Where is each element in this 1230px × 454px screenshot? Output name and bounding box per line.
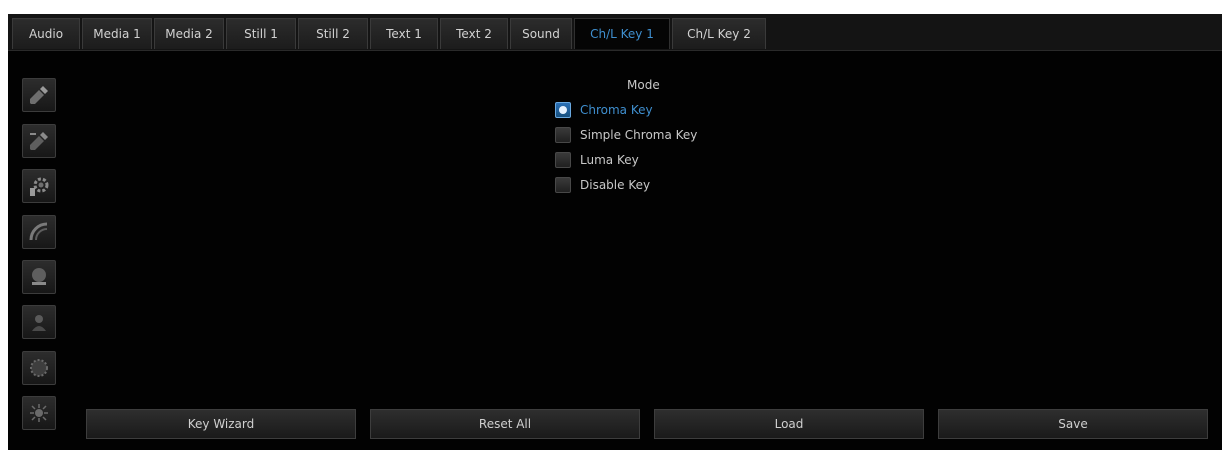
matte-icon [32,268,46,285]
eyedropper-remove-icon [30,132,48,150]
edge-icon [30,359,48,377]
load-button[interactable]: Load [654,409,924,439]
settings-button[interactable] [22,169,56,203]
key-settings-panel: Audio Media 1 Media 2 Still 1 Still 2 Te… [8,14,1222,450]
radio-chroma-key[interactable]: Chroma Key [555,101,653,119]
tab-audio[interactable]: Audio [12,18,80,49]
radio-label: Luma Key [580,153,639,167]
mask-icon [32,315,46,331]
tab-text-2[interactable]: Text 2 [440,18,508,49]
radio-indicator[interactable] [555,102,571,118]
radio-simple-chroma-key[interactable]: Simple Chroma Key [555,126,697,144]
tab-bar: Audio Media 1 Media 2 Still 1 Still 2 Te… [8,14,1222,51]
tab-chl-key-1[interactable]: Ch/L Key 1 [574,18,670,49]
edge-button[interactable] [22,351,56,385]
eyedropper-remove-button[interactable] [22,124,56,158]
mode-title: Mode [627,78,660,92]
radio-disable-key[interactable]: Disable Key [555,176,650,194]
spill-suppress-button[interactable] [22,215,56,249]
tab-sound[interactable]: Sound [510,18,572,49]
radio-indicator[interactable] [555,177,571,193]
tab-still-2[interactable]: Still 2 [298,18,368,49]
key-wizard-button[interactable]: Key Wizard [86,409,356,439]
radio-selected-dot [559,106,567,114]
radio-luma-key[interactable]: Luma Key [555,151,639,169]
reset-all-button[interactable]: Reset All [370,409,640,439]
radio-label: Chroma Key [580,103,653,117]
light-icon [30,404,48,422]
eyedropper-button[interactable] [22,78,56,112]
spill-suppress-icon [29,222,48,241]
tab-still-1[interactable]: Still 1 [226,18,296,49]
matte-button[interactable] [22,260,56,294]
radio-indicator[interactable] [555,127,571,143]
tab-chl-key-2[interactable]: Ch/L Key 2 [672,18,766,49]
tab-text-1[interactable]: Text 1 [370,18,438,49]
radio-label: Disable Key [580,178,651,192]
mask-button[interactable] [22,305,56,339]
tab-media-1[interactable]: Media 1 [82,18,152,49]
save-button[interactable]: Save [938,409,1208,439]
light-button[interactable] [22,396,56,430]
radio-label: Simple Chroma Key [580,128,698,142]
eyedropper-icon [30,86,48,104]
radio-indicator[interactable] [555,152,571,168]
tab-media-2[interactable]: Media 2 [154,18,224,49]
gear-settings-icon [30,177,49,196]
